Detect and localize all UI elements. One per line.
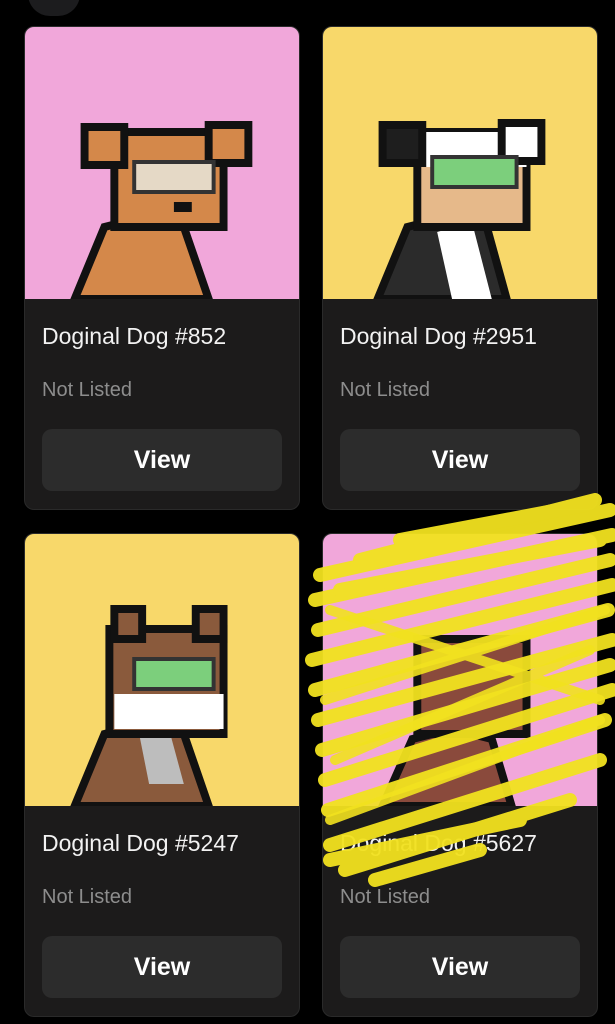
listing-status: Not Listed <box>340 379 431 401</box>
view-button[interactable]: View <box>340 429 580 491</box>
nft-title: Doginal Dog #5247 <box>42 830 239 856</box>
nft-title: Doginal Dog #852 <box>42 323 227 349</box>
listing-status: Not Listed <box>340 886 431 908</box>
listing-status: Not Listed <box>42 886 133 908</box>
nft-card[interactable]: Doginal Dog #5627 Not Listed View <box>322 533 598 1017</box>
dog-pixel-art <box>25 534 299 806</box>
nft-card[interactable]: Doginal Dog #852 Not Listed View <box>24 26 300 510</box>
nft-title: Doginal Dog #2951 <box>340 323 537 349</box>
nft-card[interactable]: Doginal Dog #2951 Not Listed View <box>322 26 598 510</box>
listing-status: Not Listed <box>42 379 133 401</box>
view-button[interactable]: View <box>42 429 282 491</box>
nft-image[interactable] <box>25 534 299 806</box>
dog-pixel-art <box>323 27 597 299</box>
dog-pixel-art <box>323 534 597 806</box>
view-button[interactable]: View <box>42 936 282 998</box>
nft-image[interactable] <box>323 534 597 806</box>
nft-card[interactable]: Doginal Dog #5247 Not Listed View <box>24 533 300 1017</box>
top-back-button[interactable] <box>28 0 80 16</box>
nft-title: Doginal Dog #5627 <box>340 830 537 856</box>
nft-image[interactable] <box>323 27 597 299</box>
dog-pixel-art <box>25 27 299 299</box>
nft-image[interactable] <box>25 27 299 299</box>
view-button[interactable]: View <box>340 936 580 998</box>
